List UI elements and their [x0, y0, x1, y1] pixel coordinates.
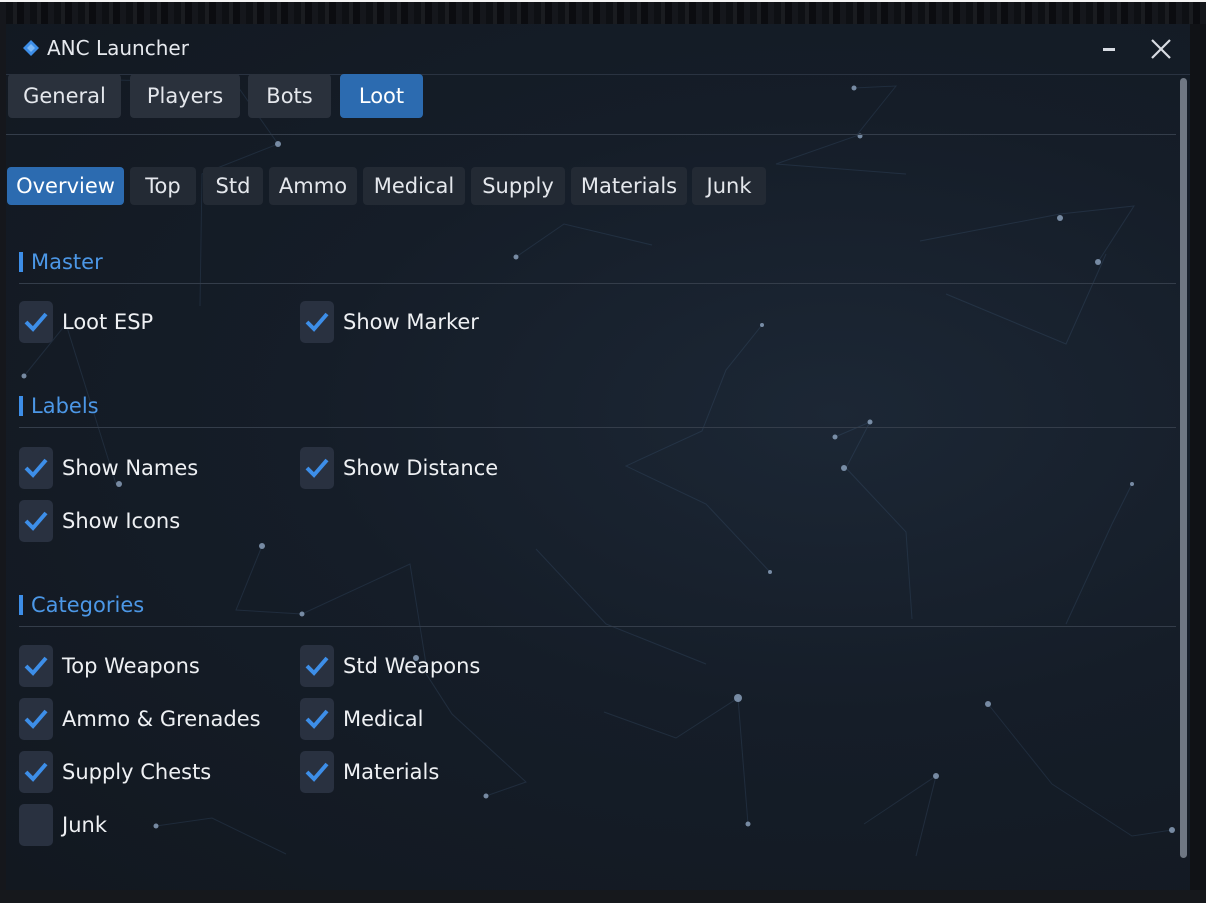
- checkmark-icon: [24, 709, 48, 729]
- checkbox-box[interactable]: [19, 645, 53, 687]
- checkbox-label: Loot ESP: [62, 310, 154, 334]
- subtab-medical[interactable]: Medical: [363, 167, 465, 205]
- title-bar[interactable]: ANC Launcher: [6, 24, 1190, 75]
- checkbox-label: Junk: [62, 813, 107, 837]
- close-button[interactable]: [1144, 33, 1178, 67]
- checkbox-box[interactable]: [300, 698, 334, 740]
- checkbox-label: Show Marker: [343, 310, 479, 334]
- minimize-button[interactable]: [1094, 34, 1124, 64]
- subtab-junk[interactable]: Junk: [692, 167, 766, 205]
- tab-players[interactable]: Players: [130, 74, 240, 118]
- checkbox-label: Medical: [343, 707, 424, 731]
- checkmark-icon: [24, 762, 48, 782]
- checkmark-icon: [305, 656, 329, 676]
- checkmark-icon: [305, 762, 329, 782]
- checkbox-label: Ammo & Grenades: [62, 707, 261, 731]
- scrollbar-thumb[interactable]: [1180, 78, 1187, 858]
- top-border: [0, 0, 1206, 2]
- window-title: ANC Launcher: [47, 36, 189, 60]
- checkbox-box[interactable]: [19, 751, 53, 793]
- checkbox-box[interactable]: [19, 447, 53, 489]
- tab-bots[interactable]: Bots: [248, 74, 331, 118]
- subtab-supply[interactable]: Supply: [471, 167, 565, 205]
- section-accent-bar: [19, 396, 23, 416]
- section-divider: [19, 427, 1176, 428]
- section-accent-bar: [19, 595, 23, 615]
- checkbox-label: Std Weapons: [343, 654, 481, 678]
- launcher-window: ANC Launcher General Players Bots Loot O…: [6, 24, 1190, 890]
- checkmark-icon: [305, 709, 329, 729]
- checkbox-label: Top Weapons: [62, 654, 200, 678]
- section-labels-title: Labels: [31, 394, 99, 418]
- section-divider: [19, 283, 1176, 284]
- tab-general[interactable]: General: [8, 74, 121, 118]
- checkbox-label: Supply Chests: [62, 760, 212, 784]
- diamond-logo-icon: [23, 40, 39, 56]
- subtab-overview[interactable]: Overview: [7, 167, 124, 205]
- subtab-top[interactable]: Top: [130, 167, 196, 205]
- checkbox-box[interactable]: [300, 301, 334, 343]
- checkbox-label: Show Names: [62, 456, 199, 480]
- checkmark-icon: [24, 656, 48, 676]
- desktop-strip: [0, 890, 1206, 903]
- checkbox-label: Materials: [343, 760, 440, 784]
- checkbox-box[interactable]: [300, 447, 334, 489]
- checkbox-label: Show Icons: [62, 509, 181, 533]
- checkbox-label: Show Distance: [343, 456, 499, 480]
- tab-loot[interactable]: Loot: [340, 74, 423, 118]
- checkbox-box[interactable]: [19, 698, 53, 740]
- checkmark-icon: [24, 511, 48, 531]
- checkbox-box[interactable]: [19, 500, 53, 542]
- subtab-ammo[interactable]: Ammo: [269, 167, 357, 205]
- section-divider: [19, 626, 1176, 627]
- checkmark-icon: [305, 312, 329, 332]
- checkbox-box[interactable]: [300, 645, 334, 687]
- close-icon: [1151, 39, 1171, 59]
- checkmark-icon: [305, 458, 329, 478]
- checkmark-icon: [24, 312, 48, 332]
- checkbox-box[interactable]: [300, 751, 334, 793]
- section-accent-bar: [19, 252, 23, 272]
- screen: ANC Launcher General Players Bots Loot O…: [0, 0, 1206, 903]
- tab-divider: [6, 134, 1176, 135]
- checkmark-icon: [24, 458, 48, 478]
- subtab-std[interactable]: Std: [203, 167, 263, 205]
- section-master-title: Master: [31, 250, 103, 274]
- window-edge: [1190, 24, 1206, 890]
- checkbox-box[interactable]: [19, 804, 53, 846]
- section-categories-title: Categories: [31, 593, 145, 617]
- subtab-materials[interactable]: Materials: [571, 167, 687, 205]
- checkbox-box[interactable]: [19, 301, 53, 343]
